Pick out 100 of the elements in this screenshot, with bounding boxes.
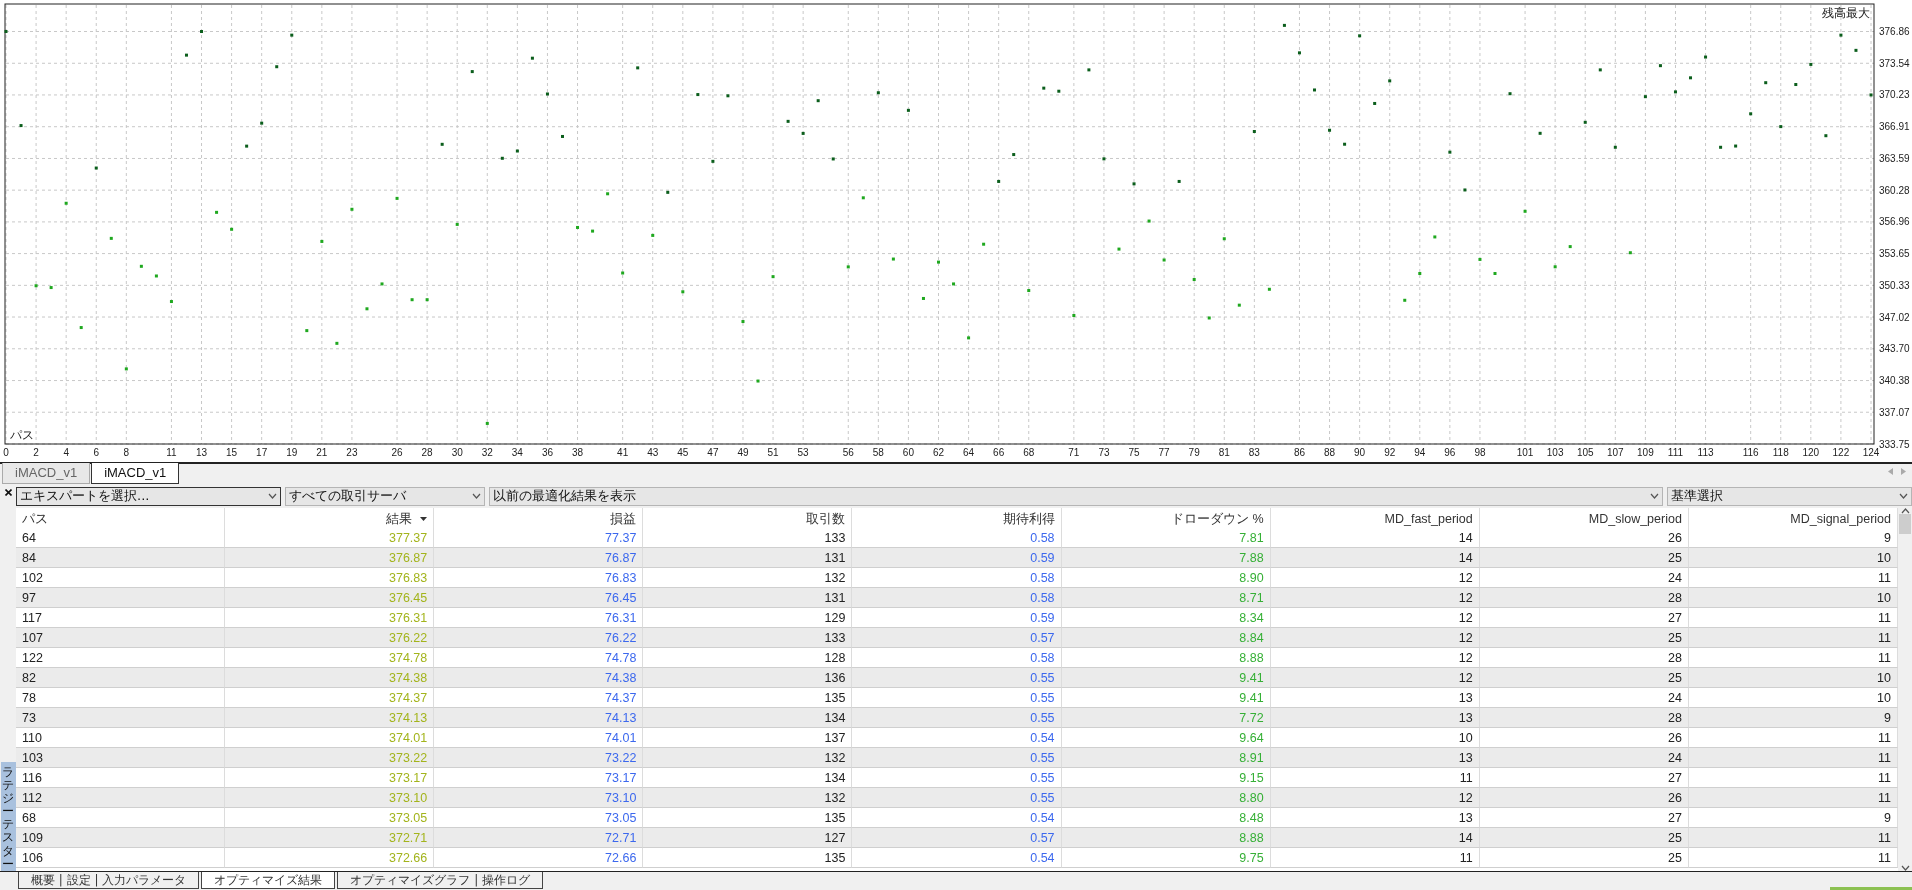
- table-cell: 27: [1479, 608, 1689, 628]
- table-cell: 133: [643, 628, 853, 648]
- y-axis-label: 残高最大: [1822, 6, 1870, 20]
- tab[interactable]: iMACD_v1: [2, 463, 91, 484]
- axis-tick-label: 109: [1637, 447, 1654, 458]
- table-cell: 373.22: [225, 748, 435, 768]
- tab[interactable]: オプティマイズグラフ | 操作ログ: [337, 872, 543, 889]
- axis-tick-label: 347.02: [1879, 311, 1910, 323]
- data-point: [1027, 289, 1031, 292]
- data-point: [906, 108, 910, 112]
- axis-tick-label: 88: [1324, 447, 1336, 458]
- side-panel-tab[interactable]: ラテジーテスター: [0, 761, 16, 871]
- table-cell: 13: [1270, 708, 1480, 728]
- axis-tick-label: 34: [511, 447, 523, 458]
- data-point: [290, 33, 294, 37]
- table-cell: 24: [1479, 688, 1689, 708]
- dropdown[interactable]: 以前の最適化結果を表示: [489, 486, 1663, 506]
- table-cell: 107: [16, 628, 226, 648]
- data-point: [380, 282, 384, 286]
- table-cell: 117: [16, 608, 226, 628]
- data-point: [1824, 134, 1828, 138]
- data-point: [19, 124, 23, 128]
- data-point: [1794, 83, 1798, 86]
- data-point: [876, 91, 880, 95]
- dropdown[interactable]: 基準選択: [1667, 486, 1912, 506]
- data-point: [771, 275, 775, 279]
- data-point: [1658, 64, 1662, 68]
- table-cell: 78: [16, 688, 226, 708]
- data-point: [982, 242, 986, 246]
- dropdown[interactable]: すべての取引サーバ: [285, 486, 485, 506]
- scrollbar-thumb[interactable]: [1899, 514, 1911, 534]
- table-cell: 12: [1270, 628, 1480, 648]
- data-point: [410, 298, 414, 302]
- chevron-down-icon[interactable]: [268, 493, 277, 499]
- table-cell: 137: [643, 728, 853, 748]
- data-point: [967, 336, 971, 340]
- data-point: [861, 196, 865, 200]
- table-cell: 76.87: [434, 548, 644, 568]
- data-point: [1267, 287, 1271, 291]
- axis-tick-label: 47: [707, 447, 719, 458]
- table-cell: 11: [1688, 828, 1898, 848]
- table-cell: 0.57: [852, 828, 1062, 848]
- chevron-down-icon[interactable]: [472, 493, 481, 499]
- table-cell: 132: [643, 788, 853, 808]
- data-point: [79, 326, 83, 330]
- table-cell: 13: [1270, 748, 1480, 768]
- table-cell: 136: [643, 668, 853, 688]
- table-cell: 374.78: [225, 648, 435, 668]
- table-cell: 116: [16, 768, 226, 788]
- table-cell: 374.01: [225, 728, 435, 748]
- chevron-up-icon[interactable]: [1900, 508, 1910, 514]
- chevron-down-icon[interactable]: [1650, 493, 1659, 499]
- axis-tick-label: 41: [617, 447, 629, 458]
- data-point: [1704, 55, 1708, 59]
- table-cell: 7.72: [1061, 708, 1271, 728]
- axis-tick-label: 83: [1248, 447, 1260, 458]
- axis-tick-label: 360.28: [1879, 184, 1910, 196]
- data-point: [215, 210, 219, 214]
- chevron-down-icon[interactable]: [1900, 865, 1910, 871]
- axis-tick-label: 363.59: [1879, 153, 1910, 164]
- table-cell: 8.88: [1061, 828, 1271, 848]
- table-cell: 134: [643, 768, 853, 788]
- data-point: [230, 227, 234, 231]
- data-point: [545, 92, 549, 96]
- data-point: [1553, 265, 1557, 269]
- axis-tick-label: 8: [123, 447, 130, 458]
- axis-tick-label: 51: [767, 447, 779, 458]
- data-point: [1478, 257, 1482, 261]
- data-point: [1297, 51, 1301, 55]
- dropdown[interactable]: エキスパートを選択...: [16, 486, 281, 506]
- data-point: [335, 341, 339, 345]
- table-cell: 376.83: [225, 568, 435, 588]
- axis-tick-label: 105: [1576, 447, 1594, 458]
- axis-tick-label: 373.54: [1879, 57, 1910, 69]
- table-cell: 14: [1270, 528, 1480, 548]
- data-point: [741, 320, 745, 323]
- axis-tick-label: 66: [993, 447, 1005, 458]
- chevron-down-icon[interactable]: [1899, 493, 1908, 499]
- axis-tick-label: 376.86: [1879, 26, 1910, 37]
- axis-tick-label: 36: [541, 447, 553, 458]
- axis-tick-label: 15: [226, 447, 238, 458]
- table-cell: 8.90: [1061, 568, 1271, 588]
- data-point: [1162, 258, 1166, 262]
- data-point: [681, 290, 685, 294]
- data-point: [455, 222, 459, 226]
- table-cell: 84: [16, 548, 226, 568]
- tab[interactable]: オプティマイズ結果: [201, 872, 336, 889]
- data-point: [49, 286, 53, 290]
- table-cell: 13: [1270, 688, 1480, 708]
- table-cell: 10: [1270, 728, 1480, 748]
- data-point: [786, 119, 790, 123]
- axis-tick-label: 43: [647, 447, 659, 458]
- table-cell: 8.48: [1061, 808, 1271, 828]
- tab[interactable]: iMACD_v1: [91, 463, 180, 484]
- data-point: [711, 159, 715, 163]
- table-cell: 25: [1479, 628, 1689, 648]
- axis-tick-label: 77: [1158, 447, 1170, 458]
- table-cell: 12: [1270, 788, 1480, 808]
- table-cell: 8.71: [1061, 588, 1271, 608]
- tab[interactable]: 概要 | 設定 | 入力パラメータ: [18, 872, 200, 889]
